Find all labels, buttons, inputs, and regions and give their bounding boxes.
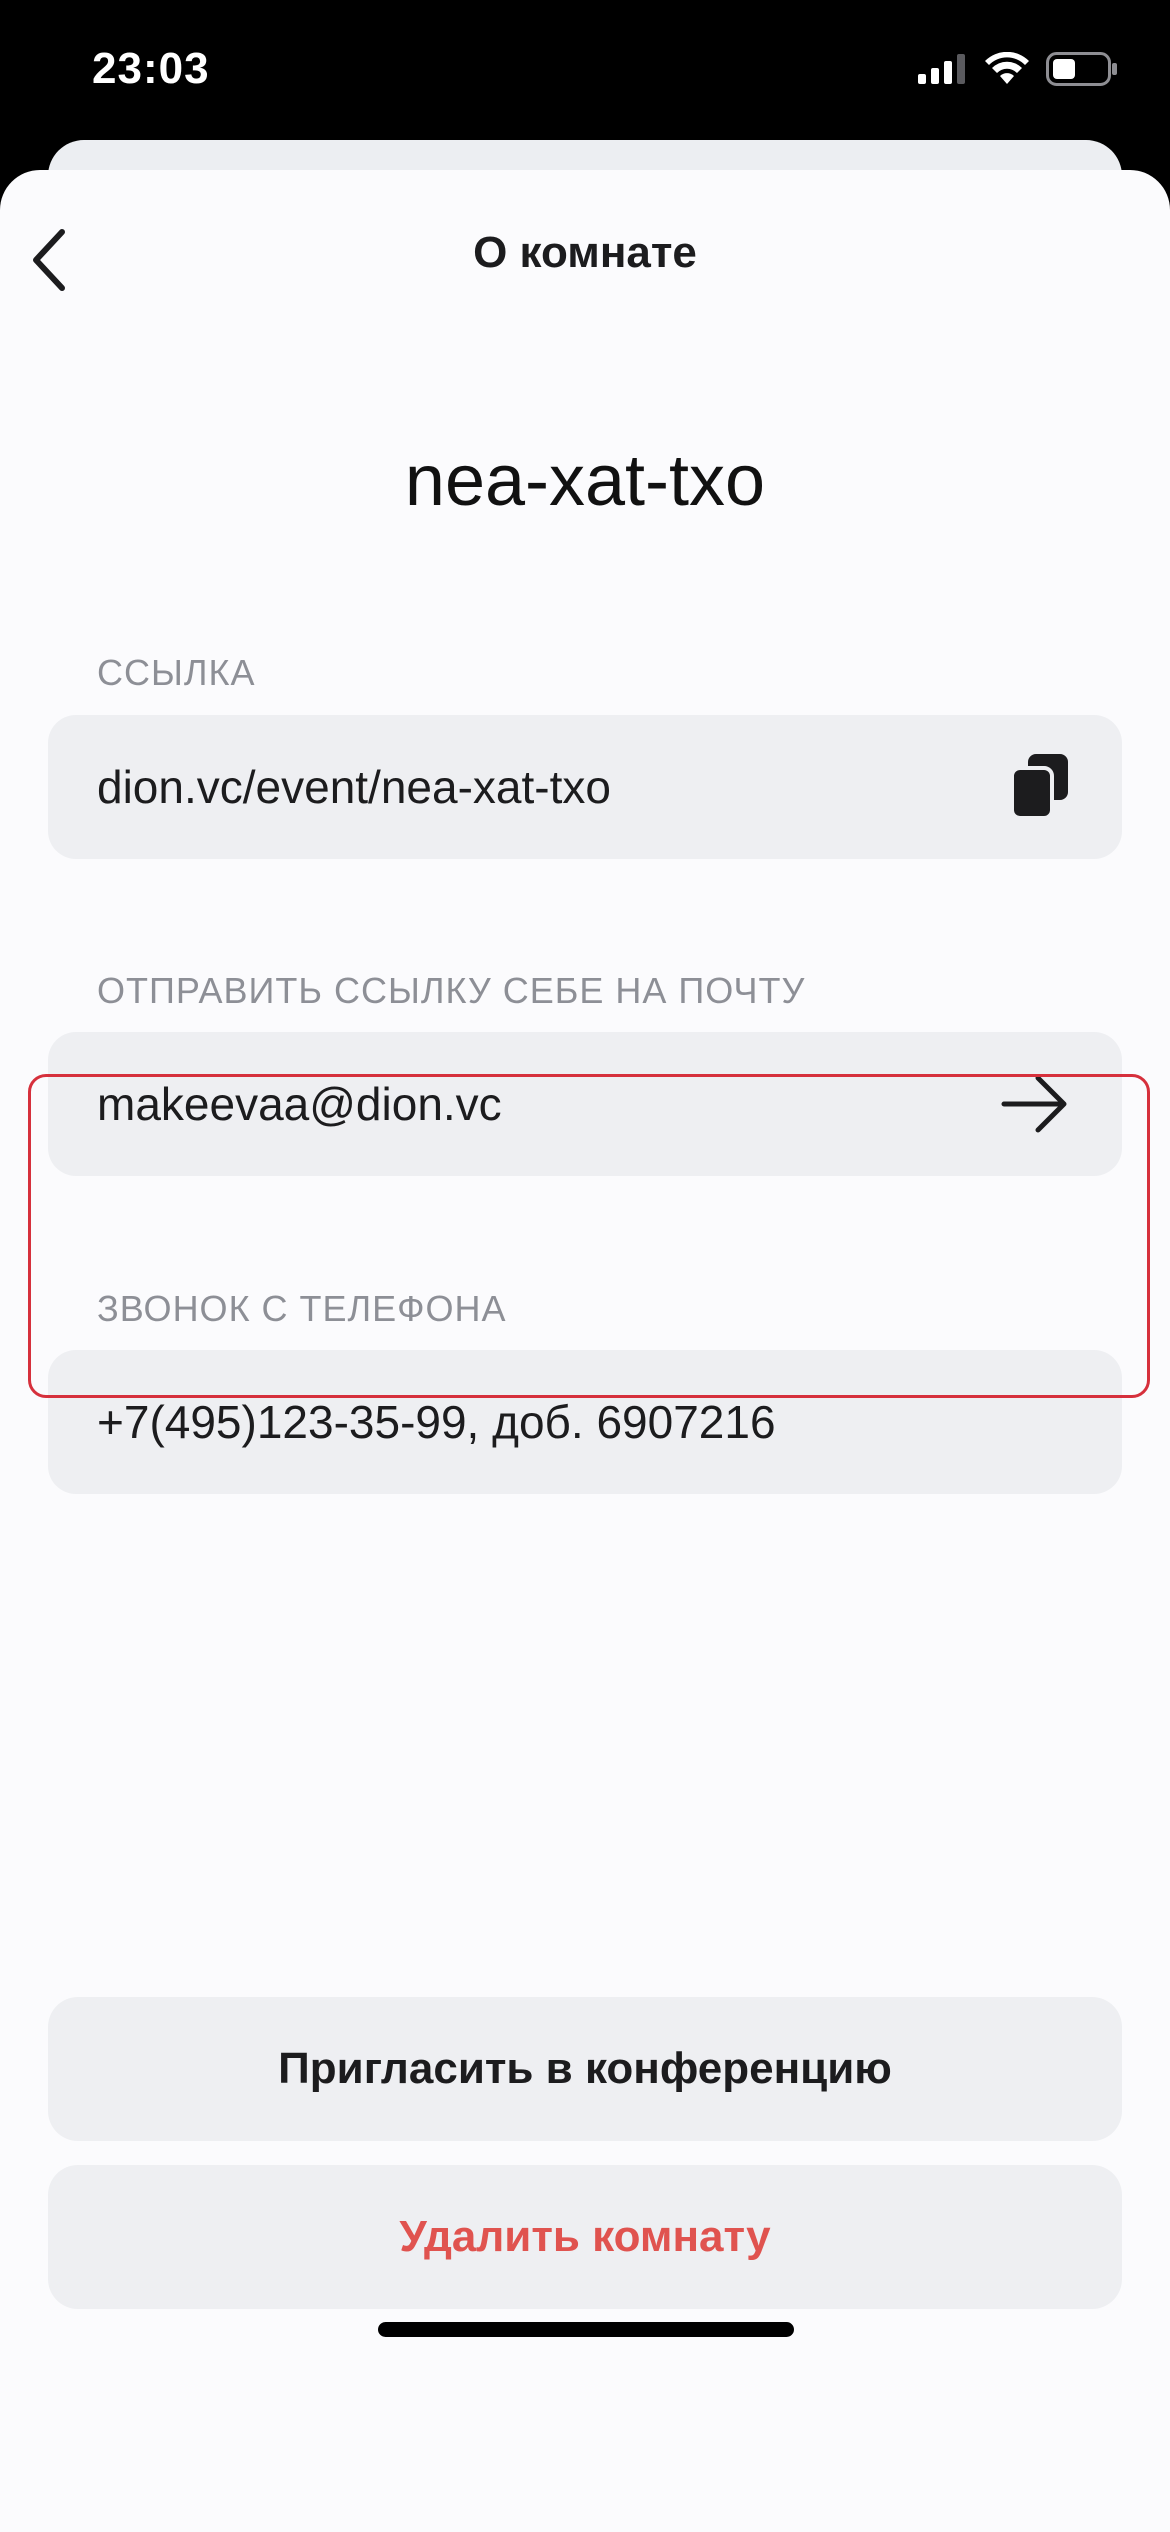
link-field[interactable]: dion.vc/event/nea-xat-txo (48, 715, 1122, 859)
room-name: nea-xat-txo (404, 441, 766, 521)
battery-icon (1046, 52, 1117, 86)
status-bar: 23:03 (0, 0, 1170, 150)
wifi-icon (985, 52, 1029, 84)
highlight-frame (28, 1074, 1150, 1398)
delete-room-button[interactable]: Удалить комнату (48, 2165, 1122, 2309)
copy-icon (1010, 754, 1068, 820)
link-value: dion.vc/event/nea-xat-txo (97, 761, 611, 813)
copy-button[interactable] (1010, 754, 1070, 820)
status-time: 23:03 (92, 44, 210, 93)
phone-value: +7(495)123-35-99, доб. 6907216 (97, 1396, 776, 1448)
page-title: О комнате (473, 228, 697, 277)
home-indicator (378, 2322, 794, 2337)
status-icons (918, 52, 1118, 86)
invite-button[interactable]: Пригласить в конференцию (48, 1997, 1122, 2141)
link-label: ССЫЛКА (97, 652, 256, 693)
email-label: ОТПРАВИТЬ ССЫЛКУ СЕБЕ НА ПОЧТУ (97, 970, 806, 1011)
cellular-signal-icon (918, 54, 965, 84)
